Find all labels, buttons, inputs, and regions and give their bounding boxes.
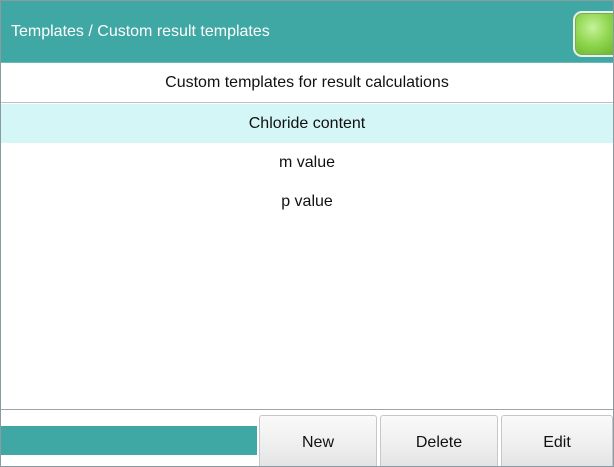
delete-button[interactable]: Delete [380,415,498,466]
app-window: Templates / Custom result templates Cust… [0,0,614,467]
divider [1,409,613,410]
bottom-bar [1,426,257,455]
list-item[interactable]: Chloride content [1,104,613,143]
list-header: Custom templates for result calculations [1,63,613,103]
list-item[interactable]: m value [1,143,613,182]
edit-button[interactable]: Edit [501,415,613,466]
template-list: Chloride content m value p value [1,104,613,221]
list-item[interactable]: p value [1,182,613,221]
window-title: Templates / Custom result templates [11,23,270,40]
status-light-icon [573,11,613,57]
title-bar: Templates / Custom result templates [1,1,613,63]
new-button[interactable]: New [259,415,377,466]
